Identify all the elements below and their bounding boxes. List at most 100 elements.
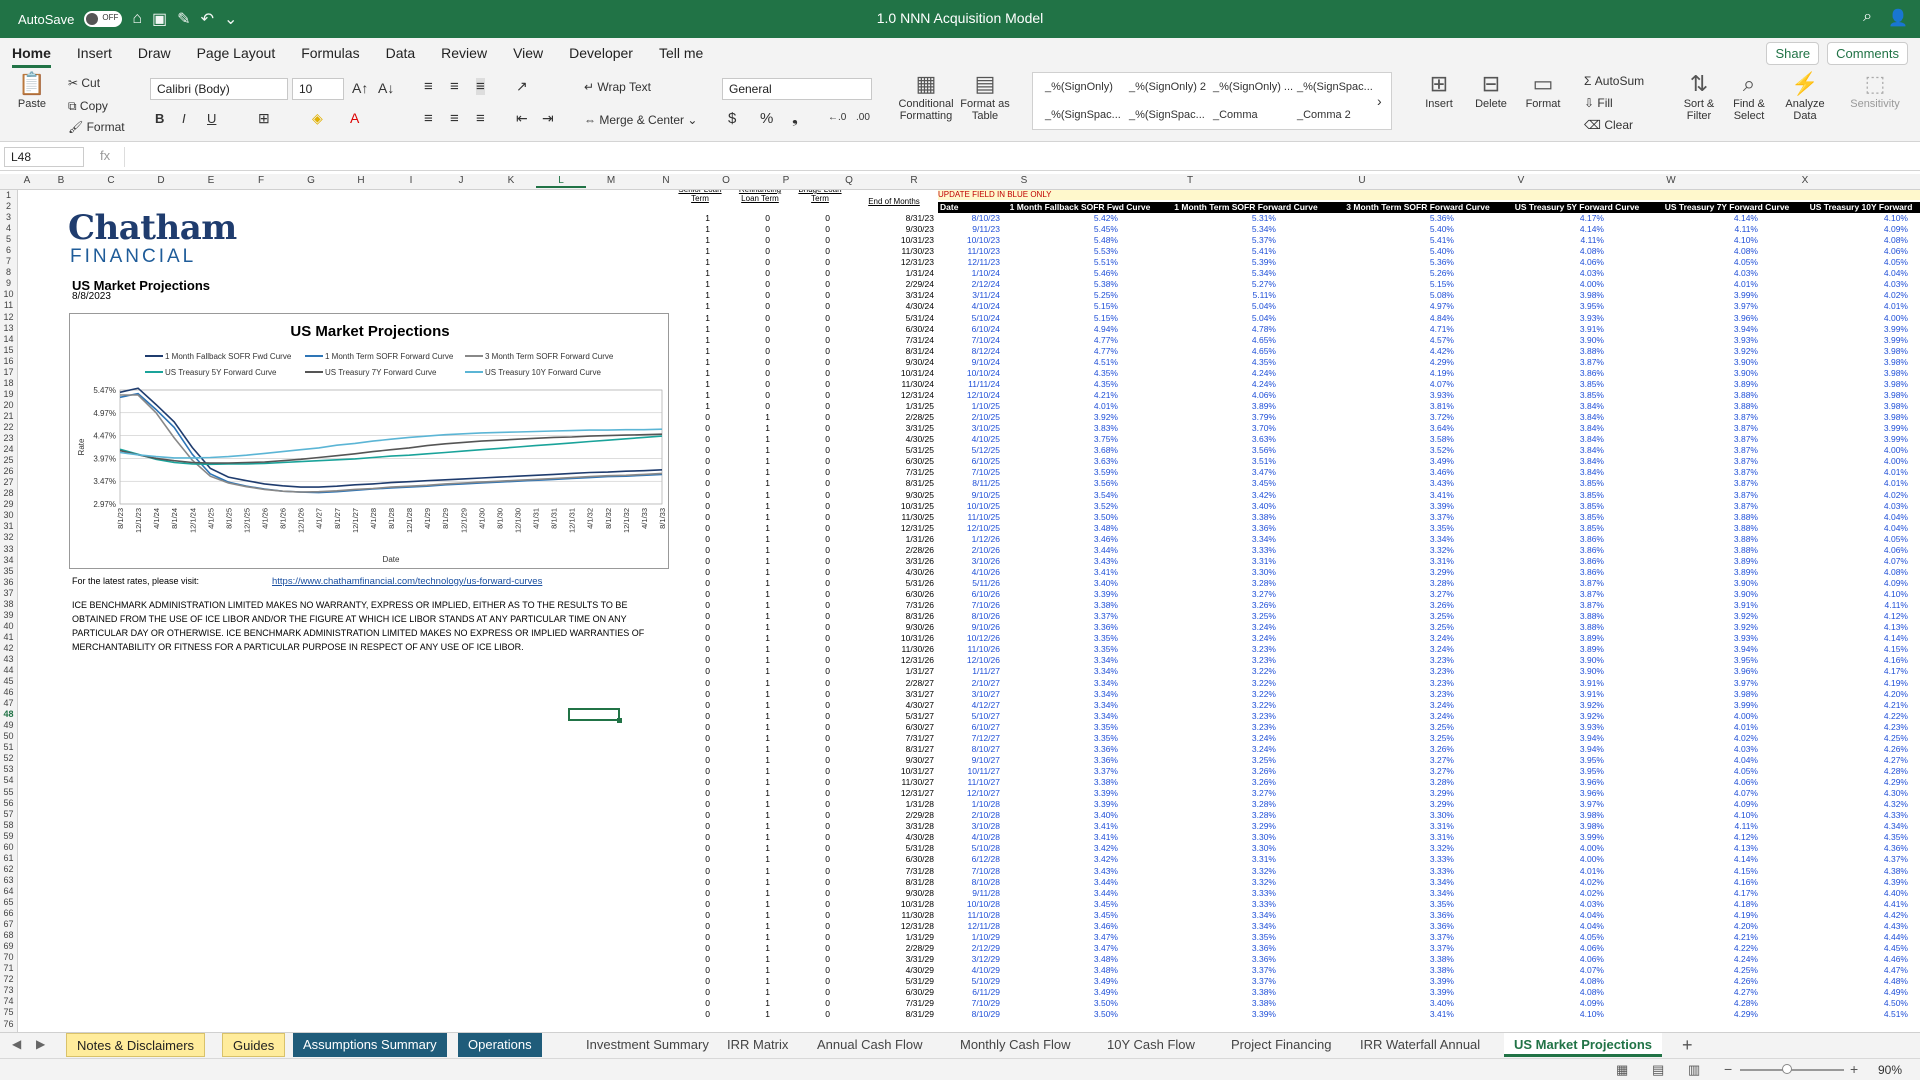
format-painter-button[interactable]: 🖌 Format [68,120,125,134]
cell-treasury-10y[interactable]: 3.98% [1828,412,1908,423]
cell-treasury-5y[interactable]: 3.85% [1524,478,1604,489]
cell-treasury-10y[interactable]: 4.38% [1828,866,1908,877]
sheet-tab[interactable]: Investment Summary [576,1033,719,1057]
cell-treasury-10y[interactable]: 4.01% [1828,467,1908,478]
align-bottom-icon[interactable]: ≡ [476,78,485,95]
cell-senior-term[interactable]: 0 [690,976,710,987]
cell-refi-term[interactable]: 1 [750,490,770,501]
cell-end-of-month[interactable]: 8/31/25 [854,478,934,489]
cell-treasury-7y[interactable]: 3.90% [1678,578,1758,589]
forward-curves-link[interactable]: https://www.chathamfinancial.com/technol… [272,576,542,587]
cell-treasury-7y[interactable]: 4.29% [1678,1009,1758,1020]
row-header[interactable]: 9 [0,278,17,289]
cell-term-sofr-3m[interactable]: 3.23% [1374,678,1454,689]
cell-treasury-10y[interactable]: 4.50% [1828,998,1908,1009]
currency-icon[interactable]: $ [728,110,736,127]
cell-treasury-10y[interactable]: 4.43% [1828,921,1908,932]
cell-treasury-10y[interactable]: 3.98% [1828,401,1908,412]
cell-term-sofr-1m[interactable]: 3.56% [1196,445,1276,456]
sheet-tab[interactable]: IRR Waterfall Annual [1350,1033,1490,1057]
sheet-tab[interactable]: Project Financing [1221,1033,1341,1057]
cell-end-of-month[interactable]: 8/31/24 [854,346,934,357]
cell-fallback-sofr[interactable]: 3.39% [1038,788,1118,799]
cell-treasury-5y[interactable]: 4.01% [1524,866,1604,877]
cell-treasury-5y[interactable]: 3.93% [1524,313,1604,324]
cell-treasury-10y[interactable]: 4.29% [1828,777,1908,788]
cell-treasury-7y[interactable]: 4.22% [1678,943,1758,954]
row-header[interactable]: 7 [0,256,17,267]
cell-treasury-10y[interactable]: 3.99% [1828,434,1908,445]
cell-end-of-month[interactable]: 5/31/26 [854,578,934,589]
analyze-data-button[interactable]: ⚡ Analyze Data [1782,72,1828,123]
cell-refi-term[interactable]: 0 [750,268,770,279]
cell-treasury-7y[interactable]: 3.98% [1678,689,1758,700]
cell-treasury-7y[interactable]: 4.05% [1678,766,1758,777]
cell-bridge-term[interactable]: 0 [810,899,830,910]
cell-fallback-sofr[interactable]: 3.63% [1038,456,1118,467]
cell-refi-term[interactable]: 0 [750,401,770,412]
column-header-f[interactable]: F [236,175,286,186]
cell-date[interactable]: 1/10/25 [938,401,1000,412]
cell-date[interactable]: 12/10/24 [938,390,1000,401]
cell-date[interactable]: 10/11/27 [938,766,1000,777]
cell-term-sofr-3m[interactable]: 3.33% [1374,854,1454,865]
cell-bridge-term[interactable]: 0 [810,490,830,501]
cell-term-sofr-1m[interactable]: 3.31% [1196,854,1276,865]
cell-term-sofr-1m[interactable]: 3.22% [1196,689,1276,700]
zoom-in-icon[interactable]: + [1850,1061,1858,1077]
cell-bridge-term[interactable]: 0 [810,434,830,445]
cell-date[interactable]: 9/11/28 [938,888,1000,899]
cell-date[interactable]: 8/10/26 [938,611,1000,622]
row-header[interactable]: 19 [0,389,17,400]
cell-term-sofr-3m[interactable]: 3.36% [1374,910,1454,921]
cell-bridge-term[interactable]: 0 [810,888,830,899]
cell-treasury-7y[interactable]: 4.19% [1678,910,1758,921]
cell-treasury-7y[interactable]: 4.05% [1678,257,1758,268]
row-header[interactable]: 24 [0,444,17,455]
cell-senior-term[interactable]: 0 [690,545,710,556]
cell-refi-term[interactable]: 1 [750,456,770,467]
cell-end-of-month[interactable]: 6/30/26 [854,589,934,600]
cut-button[interactable]: ✂ Cut [68,76,100,90]
cell-treasury-7y[interactable]: 3.88% [1678,545,1758,556]
cell-refi-term[interactable]: 0 [750,346,770,357]
cell-senior-term[interactable]: 0 [690,1009,710,1020]
cell-bridge-term[interactable]: 0 [810,843,830,854]
cell-senior-term[interactable]: 0 [690,821,710,832]
cell-bridge-term[interactable]: 0 [810,810,830,821]
cell-term-sofr-3m[interactable]: 3.37% [1374,943,1454,954]
cell-term-sofr-3m[interactable]: 3.41% [1374,1009,1454,1020]
cell-treasury-7y[interactable]: 3.88% [1678,401,1758,412]
cell-bridge-term[interactable]: 0 [810,921,830,932]
cell-treasury-7y[interactable]: 3.87% [1678,478,1758,489]
cell-senior-term[interactable]: 0 [690,722,710,733]
cell-treasury-7y[interactable]: 3.89% [1678,379,1758,390]
cell-fallback-sofr[interactable]: 4.77% [1038,335,1118,346]
style-item[interactable]: _Comma 2 [1297,109,1351,121]
cell-date[interactable]: 1/11/27 [938,666,1000,677]
cell-treasury-5y[interactable]: 3.87% [1524,357,1604,368]
cell-refi-term[interactable]: 1 [750,832,770,843]
cell-refi-term[interactable]: 1 [750,932,770,943]
cell-term-sofr-1m[interactable]: 4.24% [1196,379,1276,390]
cell-fallback-sofr[interactable]: 3.35% [1038,644,1118,655]
cell-term-sofr-3m[interactable]: 3.24% [1374,700,1454,711]
cell-refi-term[interactable]: 1 [750,622,770,633]
cell-senior-term[interactable]: 0 [690,932,710,943]
cell-treasury-7y[interactable]: 3.88% [1678,390,1758,401]
cell-bridge-term[interactable]: 0 [810,268,830,279]
cell-treasury-10y[interactable]: 4.05% [1828,534,1908,545]
cell-end-of-month[interactable]: 3/31/24 [854,290,934,301]
cell-refi-term[interactable]: 1 [750,545,770,556]
cell-term-sofr-3m[interactable]: 3.37% [1374,512,1454,523]
row-header[interactable]: 66 [0,908,17,919]
cell-end-of-month[interactable]: 12/31/27 [854,788,934,799]
cell-treasury-5y[interactable]: 4.02% [1524,877,1604,888]
cell-treasury-5y[interactable]: 4.11% [1524,235,1604,246]
cell-treasury-5y[interactable]: 3.87% [1524,600,1604,611]
cell-term-sofr-1m[interactable]: 3.24% [1196,733,1276,744]
cell-term-sofr-1m[interactable]: 3.42% [1196,490,1276,501]
cell-term-sofr-3m[interactable]: 3.27% [1374,589,1454,600]
cell-treasury-7y[interactable]: 3.88% [1678,534,1758,545]
cell-end-of-month[interactable]: 10/31/28 [854,899,934,910]
